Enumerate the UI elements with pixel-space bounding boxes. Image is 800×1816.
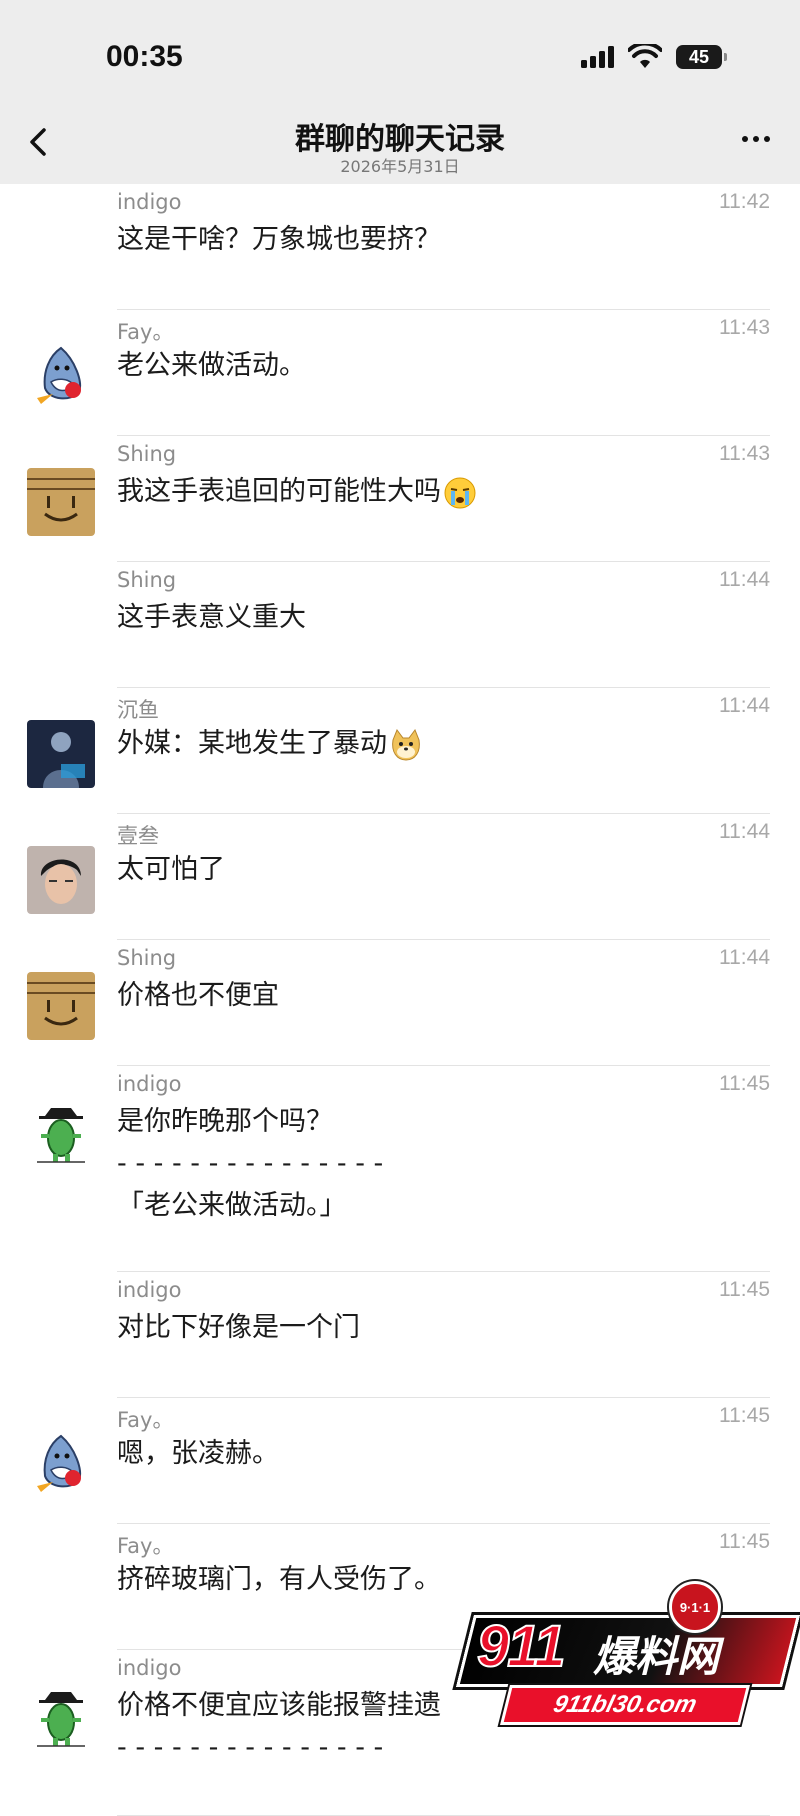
message-time: 11:42 <box>719 190 770 213</box>
message-text: 嗯，张凌赫。 <box>117 1438 279 1469</box>
avatar[interactable] <box>27 1682 95 1750</box>
sender-name: 沉鱼 <box>117 698 159 722</box>
message-time: 11:44 <box>719 946 770 969</box>
message-time: 11:44 <box>719 568 770 591</box>
message-item[interactable]: indigo 11:45 对比下好像是一个门 <box>0 1272 800 1398</box>
message-text: - - - - - - - - - - - - - - - <box>117 1732 384 1763</box>
status-time: 00:35 <box>106 40 183 73</box>
sender-name: indigo <box>117 190 182 214</box>
message-time: 11:44 <box>719 694 770 717</box>
message-text: 这是干啥？万象城也要挤？ <box>117 224 441 255</box>
message-item[interactable]: indigo 11:42 这是干啥？万象城也要挤？ <box>0 184 800 310</box>
avatar[interactable] <box>27 342 95 410</box>
sender-name: indigo <box>117 1278 182 1302</box>
avatar[interactable] <box>27 846 95 914</box>
watermark-url: 911bl30.com <box>500 1685 750 1725</box>
message-item[interactable]: indigo 11:45 是你昨晚那个吗？ - - - - - - - - - - -… <box>0 1066 800 1272</box>
avatar[interactable] <box>27 1098 95 1166</box>
message-text: 太可怕了 <box>117 854 225 885</box>
message-time: 11:45 <box>719 1072 770 1095</box>
battery-icon: 45 <box>676 45 727 69</box>
sender-name: indigo <box>117 1656 182 1680</box>
status-icons: 45 <box>581 44 727 70</box>
avatar[interactable] <box>27 720 95 788</box>
message-text: - - - - - - - - - - - - - - - <box>117 1148 384 1179</box>
message-time: 11:44 <box>719 820 770 843</box>
message-time: 11:45 <box>719 1404 770 1427</box>
watermark-number: 911 <box>476 1613 566 1680</box>
avatar[interactable] <box>27 1430 95 1498</box>
message-text: 外媒：某地发生了暴动 <box>117 724 423 764</box>
nav-bar: 群聊的聊天记录 2026年5月31日 <box>0 100 800 184</box>
message-item[interactable]: Shing 11:44 这手表意义重大 <box>0 562 800 688</box>
sender-name: Fay。 <box>117 320 174 344</box>
message-text: 价格也不便宜 <box>117 980 279 1011</box>
message-time: 11:45 <box>719 1278 770 1301</box>
sender-name: Fay。 <box>117 1534 174 1558</box>
message-text: 我这手表追回的可能性大吗 <box>117 472 477 512</box>
page-date: 2026年5月31日 <box>340 157 460 176</box>
sender-name: Shing <box>117 568 177 592</box>
sender-name: Shing <box>117 946 177 970</box>
doge-face-icon <box>389 728 423 762</box>
message-text: 挤碎玻璃门，有人受伤了。 <box>117 1564 441 1595</box>
page-title: 群聊的聊天记录 <box>295 122 505 157</box>
sender-name: 壹叁 <box>117 824 159 848</box>
message-item[interactable]: 壹叁 11:44 太可怕了 <box>0 814 800 940</box>
sender-name: Fay。 <box>117 1408 174 1432</box>
sender-name: Shing <box>117 442 177 466</box>
message-text: 老公来做活动。 <box>117 350 306 381</box>
message-time: 11:43 <box>719 442 770 465</box>
message-text: 是你昨晚那个吗？ <box>117 1106 333 1137</box>
more-options-icon[interactable] <box>742 136 770 142</box>
message-text: 「老公来做活动。」 <box>117 1190 347 1221</box>
message-item[interactable]: Shing 11:43 我这手表追回的可能性大吗 <box>0 436 800 562</box>
message-text: 对比下好像是一个门 <box>117 1312 360 1343</box>
wifi-icon <box>628 44 662 68</box>
message-item[interactable]: Fay。 11:43 老公来做活动。 <box>0 310 800 436</box>
status-bar: 00:35 45 <box>0 0 800 100</box>
message-text: 价格不便宜应该能报警挂遗 <box>117 1690 441 1721</box>
message-time: 11:45 <box>719 1530 770 1553</box>
watermark-logo: 9·1·1 911 爆料网 911bl30.com <box>455 1575 800 1725</box>
message-item[interactable]: 沉鱼 11:44 外媒：某地发生了暴动 <box>0 688 800 814</box>
message-item[interactable]: Fay。 11:45 嗯，张凌赫。 <box>0 1398 800 1524</box>
avatar[interactable] <box>27 972 95 1040</box>
cellular-signal-icon <box>581 46 614 68</box>
crying-face-icon <box>443 476 477 510</box>
sender-name: indigo <box>117 1072 182 1096</box>
message-item[interactable]: Shing 11:44 价格也不便宜 <box>0 940 800 1066</box>
message-text: 这手表意义重大 <box>117 602 306 633</box>
message-time: 11:43 <box>719 316 770 339</box>
avatar[interactable] <box>27 468 95 536</box>
watermark-name: 爆料网 <box>593 1632 720 1681</box>
